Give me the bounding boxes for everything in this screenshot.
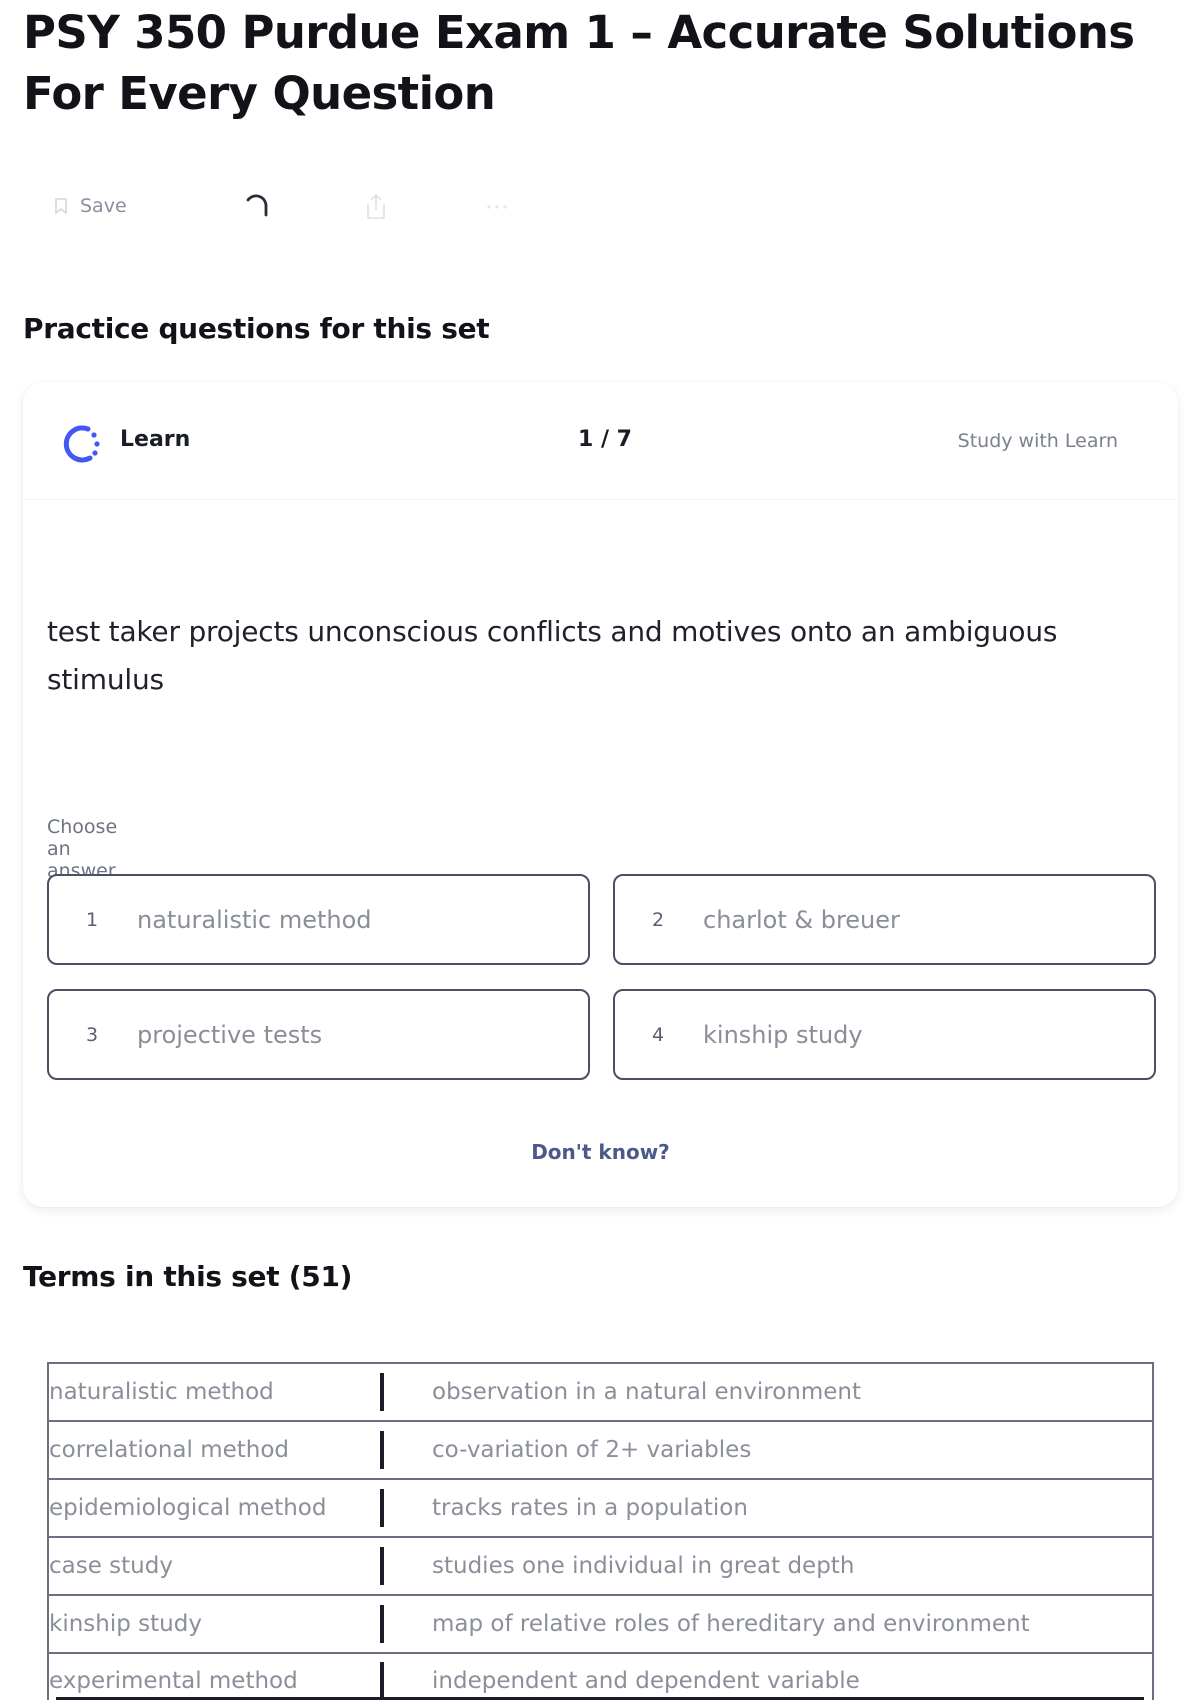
term-row: experimental method independent and depe… <box>47 1652 1154 1700</box>
study-with-learn-link[interactable]: Study with Learn <box>958 430 1118 452</box>
answer-number: 2 <box>652 908 665 931</box>
answer-text: charlot & breuer <box>703 905 900 934</box>
question-progress: 1 / 7 <box>578 427 632 452</box>
term-row: naturalistic method observation in a nat… <box>47 1362 1154 1420</box>
answer-text: projective tests <box>137 1020 323 1049</box>
term-word: naturalistic method <box>49 1379 274 1405</box>
term-row: case study studies one individual in gre… <box>47 1536 1154 1594</box>
learn-header: Learn 1 / 7 Study with Learn <box>23 382 1178 500</box>
share-icon[interactable] <box>362 192 390 222</box>
save-button[interactable]: Save <box>52 190 127 222</box>
save-label: Save <box>80 195 127 217</box>
term-definition: observation in a natural environment <box>432 1379 862 1405</box>
term-definition: map of relative roles of hereditary and … <box>432 1611 1030 1637</box>
answer-number: 1 <box>86 908 99 931</box>
term-word: experimental method <box>49 1668 298 1694</box>
answer-option-4[interactable]: 4 kinship study <box>613 989 1156 1080</box>
term-definition: studies one individual in great depth <box>432 1553 855 1579</box>
dont-know-button[interactable]: Don't know? <box>23 1140 1178 1164</box>
answer-number: 4 <box>652 1023 665 1046</box>
term-definition: independent and dependent variable <box>432 1668 860 1694</box>
answer-option-3[interactable]: 3 projective tests <box>47 989 590 1080</box>
term-definition: tracks rates in a population <box>432 1495 748 1521</box>
answer-option-2[interactable]: 2 charlot & breuer <box>613 874 1156 965</box>
terms-table: naturalistic method observation in a nat… <box>47 1362 1154 1700</box>
answer-number: 3 <box>86 1023 99 1046</box>
term-word: correlational method <box>49 1437 290 1463</box>
question-text: test taker projects unconscious conflict… <box>47 615 1058 696</box>
term-word: kinship study <box>49 1611 202 1637</box>
choose-answer-label: Choose an answer <box>47 816 118 882</box>
learn-mode-label: Learn <box>120 427 191 452</box>
term-word: case study <box>49 1553 173 1579</box>
practice-heading: Practice questions for this set <box>23 312 490 345</box>
learn-logo-icon <box>63 425 100 463</box>
set-toolbar: Save <box>52 190 507 222</box>
term-row: kinship study map of relative roles of h… <box>47 1594 1154 1652</box>
term-row: correlational method co-variation of 2+ … <box>47 1420 1154 1478</box>
answer-option-1[interactable]: 1 naturalistic method <box>47 874 590 965</box>
more-icon[interactable] <box>482 192 512 222</box>
bookmark-icon <box>55 198 67 215</box>
term-row: epidemiological method tracks rates in a… <box>47 1478 1154 1536</box>
learn-card: Learn 1 / 7 Study with Learn test taker … <box>23 382 1178 1207</box>
term-definition: co-variation of 2+ variables <box>432 1437 752 1463</box>
answer-text: kinship study <box>703 1020 863 1049</box>
page-title: PSY 350 Purdue Exam 1 – Accurate Solutio… <box>23 6 1135 120</box>
term-word: epidemiological method <box>49 1495 327 1521</box>
loading-spinner-icon <box>246 194 268 217</box>
terms-heading: Terms in this set (51) <box>23 1260 353 1293</box>
answer-text: naturalistic method <box>137 905 372 934</box>
